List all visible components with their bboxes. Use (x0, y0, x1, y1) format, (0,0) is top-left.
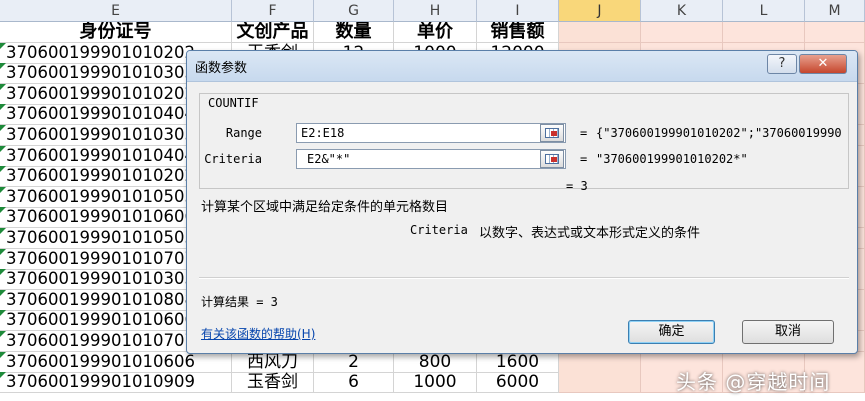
close-icon[interactable]: ✕ (799, 54, 847, 74)
error-indicator-icon (0, 269, 6, 276)
id-number-cell[interactable]: 370600199901010606 (0, 351, 232, 373)
criteria-label: Criteria (204, 152, 262, 166)
error-indicator-icon (0, 310, 6, 317)
column-header-h[interactable]: H (394, 0, 477, 22)
criteria-equals: = (580, 152, 588, 166)
range-collapse-icon[interactable] (540, 124, 564, 142)
argument-description-text: 以数字、表达式或文本形式定义的条件 (479, 226, 701, 241)
error-indicator-icon (0, 289, 6, 296)
cell[interactable] (805, 22, 865, 44)
criteria-input[interactable]: E2&"*" (296, 149, 566, 169)
watermark: 头条 @穿越时间 (676, 370, 831, 394)
column-header-i[interactable]: I (477, 0, 559, 22)
range-input[interactable]: E2:E18 (296, 123, 566, 143)
function-help-link[interactable]: 有关该函数的帮助(H) (201, 325, 315, 342)
data-cell[interactable]: 西风刀 (232, 351, 314, 373)
data-cell[interactable]: 2 (314, 351, 394, 373)
cell[interactable] (641, 22, 723, 44)
error-indicator-icon (0, 351, 6, 358)
error-indicator-icon (0, 104, 6, 111)
function-arguments-dialog: 函数参数 ? ✕ COUNTIF Range E2:E18 = {"370600… (186, 50, 858, 354)
error-indicator-icon (0, 83, 6, 90)
error-indicator-icon (0, 42, 6, 49)
column-header-e[interactable]: E (0, 0, 232, 22)
function-group: COUNTIF Range E2:E18 = {"370600199901010… (199, 93, 849, 189)
header-cell[interactable]: 身份证号 (0, 22, 232, 44)
help-icon[interactable]: ? (767, 54, 797, 74)
header-cell[interactable]: 销售额 (477, 22, 559, 44)
header-cell[interactable]: 数量 (314, 22, 394, 44)
cell[interactable] (559, 351, 641, 373)
data-cell[interactable]: 800 (394, 351, 477, 373)
range-value: {"370600199901010202";"370600199901 (596, 126, 842, 140)
column-header-g[interactable]: G (314, 0, 394, 22)
column-header-k[interactable]: K (641, 0, 723, 22)
data-cell[interactable]: 6 (314, 372, 394, 394)
error-indicator-icon (0, 145, 6, 152)
header-cell[interactable]: 单价 (394, 22, 477, 44)
error-indicator-icon (0, 331, 6, 337)
column-header-j[interactable]: J (559, 0, 641, 22)
error-indicator-icon (0, 166, 6, 173)
data-cell[interactable]: 1000 (394, 372, 477, 394)
error-indicator-icon (0, 228, 6, 234)
function-name: COUNTIF (208, 96, 259, 110)
data-cell[interactable]: 6000 (477, 372, 559, 394)
dialog-title: 函数参数 (195, 61, 248, 76)
ok-button[interactable]: 确定 (628, 320, 715, 344)
data-cell[interactable]: 玉香剑 (232, 372, 314, 394)
error-indicator-icon (0, 207, 6, 214)
criteria-collapse-icon[interactable] (540, 150, 564, 168)
error-indicator-icon (0, 248, 6, 255)
error-indicator-icon (0, 63, 6, 70)
divider (199, 277, 849, 279)
dialog-titlebar[interactable]: 函数参数 ? ✕ (187, 51, 857, 82)
column-header-m[interactable]: M (805, 0, 865, 22)
error-indicator-icon (0, 125, 6, 131)
error-indicator-icon (0, 372, 6, 379)
cell[interactable] (559, 372, 641, 394)
function-description: 计算某个区域中满足给定条件的单元格数目 (201, 200, 449, 215)
formula-result: = 3 (566, 179, 588, 193)
header-cell[interactable]: 文创产品 (232, 22, 314, 44)
calculation-result: 计算结果 = 3 (201, 295, 278, 309)
criteria-value: "370600199901010202*" (596, 152, 748, 166)
error-indicator-icon (0, 186, 6, 193)
range-equals: = (580, 126, 588, 140)
id-number-cell[interactable]: 370600199901010909 (0, 372, 232, 394)
range-label: Range (225, 126, 262, 140)
data-cell[interactable]: 1600 (477, 351, 559, 373)
cell[interactable] (559, 22, 641, 44)
argument-description-name: Criteria (410, 223, 468, 237)
column-header-f[interactable]: F (232, 0, 314, 22)
cancel-button[interactable]: 取消 (742, 320, 834, 344)
cell[interactable] (723, 22, 805, 44)
column-header-l[interactable]: L (723, 0, 805, 22)
